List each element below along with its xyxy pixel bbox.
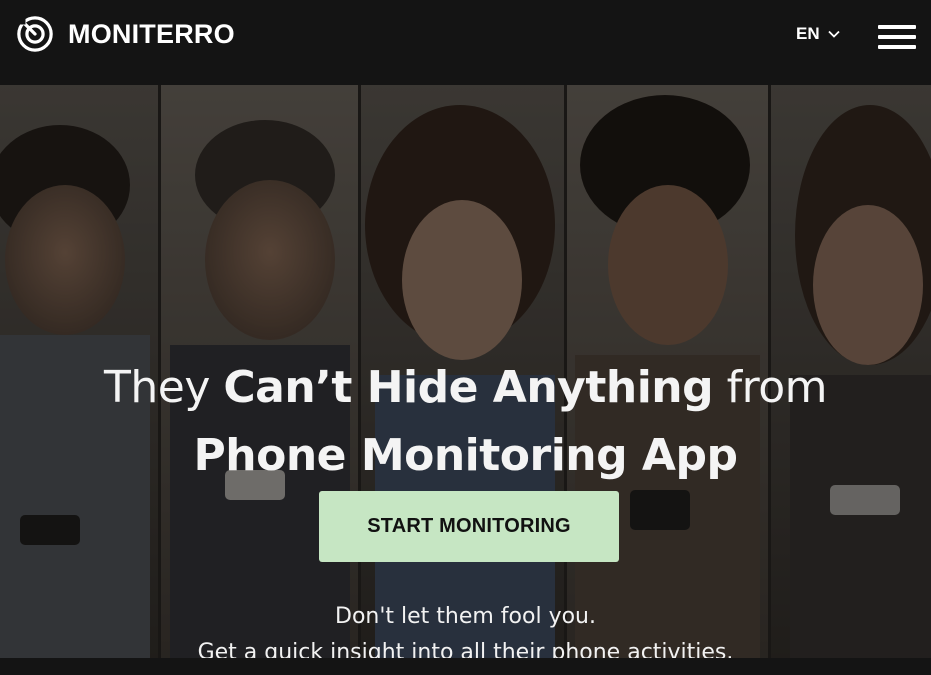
subtext-line2: Get a quick insight into all their phone… [197,640,734,658]
hamburger-bar [878,25,916,29]
subtext-line1: Don't let them fool you. [335,604,596,629]
headline-part3: from [713,362,828,414]
language-label: EN [796,24,820,43]
hero-section: They Can’t Hide Anything from Phone Moni… [0,85,931,658]
headline-emphasis: Can’t Hide Anything [223,362,714,414]
hero-headline: They Can’t Hide Anything from Phone Moni… [0,354,931,490]
headline-line2: Phone Monitoring App [193,430,738,482]
chevron-down-icon [827,30,840,38]
site-header: MONITERRO EN [0,0,931,85]
bottom-strip [0,658,931,675]
hamburger-bar [878,35,916,39]
hero-subtext: Don't let them fool you. Get a quick ins… [0,599,931,658]
page: MONITERRO EN They Can’t Hide Anything fr… [0,0,931,675]
brand-logo-link[interactable]: MONITERRO [16,14,235,54]
brand-name: MONITERRO [68,18,235,49]
language-selector[interactable]: EN [796,24,840,44]
headline-part1: They [103,362,224,414]
hamburger-bar [878,45,916,49]
start-monitoring-button[interactable]: START MONITORING [319,491,619,562]
radar-icon [17,16,53,52]
hamburger-menu-icon[interactable] [878,25,916,49]
